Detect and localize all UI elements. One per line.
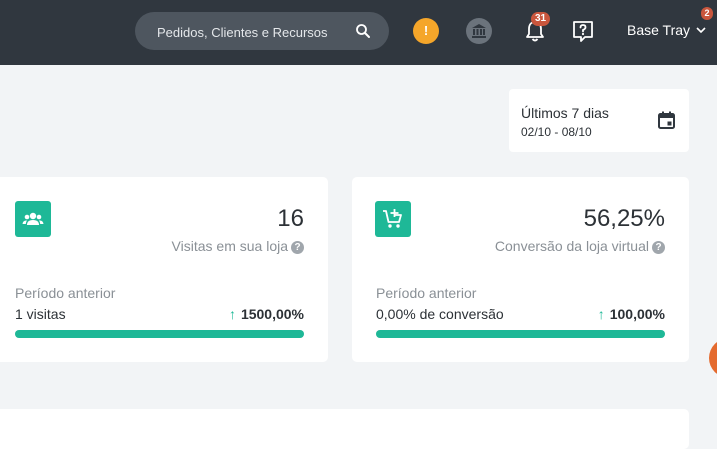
- previous-period-value: 0,00% de conversão: [376, 306, 504, 322]
- account-badge: 2: [701, 7, 713, 20]
- search-input[interactable]: [155, 21, 339, 43]
- change-indicator: ↑ 1500,00%: [229, 306, 304, 322]
- date-filter[interactable]: Últimos 7 dias 02/10 - 08/10: [509, 89, 689, 152]
- chevron-down-icon[interactable]: [696, 26, 706, 34]
- progress-bar: [15, 330, 304, 338]
- help-icon[interactable]: ?: [291, 241, 304, 254]
- next-section-card: [0, 409, 689, 449]
- account-menu[interactable]: Base Tray: [627, 22, 690, 38]
- chat-button[interactable]: [709, 338, 717, 378]
- visits-value: 16: [277, 205, 304, 232]
- search-box[interactable]: [135, 12, 389, 50]
- alert-icon[interactable]: !: [413, 18, 439, 44]
- calendar-icon[interactable]: [658, 111, 675, 129]
- help-icon[interactable]: ?: [652, 241, 665, 254]
- conversion-card: 56,25% Conversão da loja virtual? Períod…: [352, 177, 689, 362]
- bank-icon[interactable]: [466, 18, 492, 44]
- users-icon: [15, 201, 51, 237]
- visits-label: Visitas em sua loja?: [172, 238, 304, 254]
- visits-label-text: Visitas em sua loja: [171, 238, 288, 254]
- change-value: 1500,00%: [240, 306, 304, 322]
- date-filter-label: Últimos 7 dias: [521, 105, 609, 121]
- progress-fill: [15, 330, 304, 338]
- progress-fill: [376, 330, 665, 338]
- progress-bar: [376, 330, 665, 338]
- search-icon[interactable]: [355, 23, 371, 39]
- previous-period-value: 1 visitas: [15, 306, 66, 322]
- cart-plus-icon: [375, 201, 411, 237]
- arrow-up-icon: ↑: [597, 306, 605, 322]
- previous-period-label: Período anterior: [376, 285, 477, 301]
- arrow-up-icon: ↑: [228, 306, 236, 322]
- bank-glyph: [472, 24, 486, 38]
- top-bar: ! 31 Base Tray 2: [0, 0, 717, 65]
- change-value: 100,00%: [609, 306, 665, 322]
- date-filter-range: 02/10 - 08/10: [521, 125, 592, 139]
- help-icon[interactable]: [571, 19, 595, 43]
- conversion-label-text: Conversão da loja virtual: [494, 238, 649, 254]
- previous-period-label: Período anterior: [15, 285, 116, 301]
- change-indicator: ↑ 100,00%: [598, 306, 665, 322]
- visits-card: 16 Visitas em sua loja? Período anterior…: [0, 177, 328, 362]
- notification-badge: 31: [531, 12, 550, 26]
- conversion-value: 56,25%: [583, 205, 665, 232]
- conversion-label: Conversão da loja virtual?: [495, 238, 665, 254]
